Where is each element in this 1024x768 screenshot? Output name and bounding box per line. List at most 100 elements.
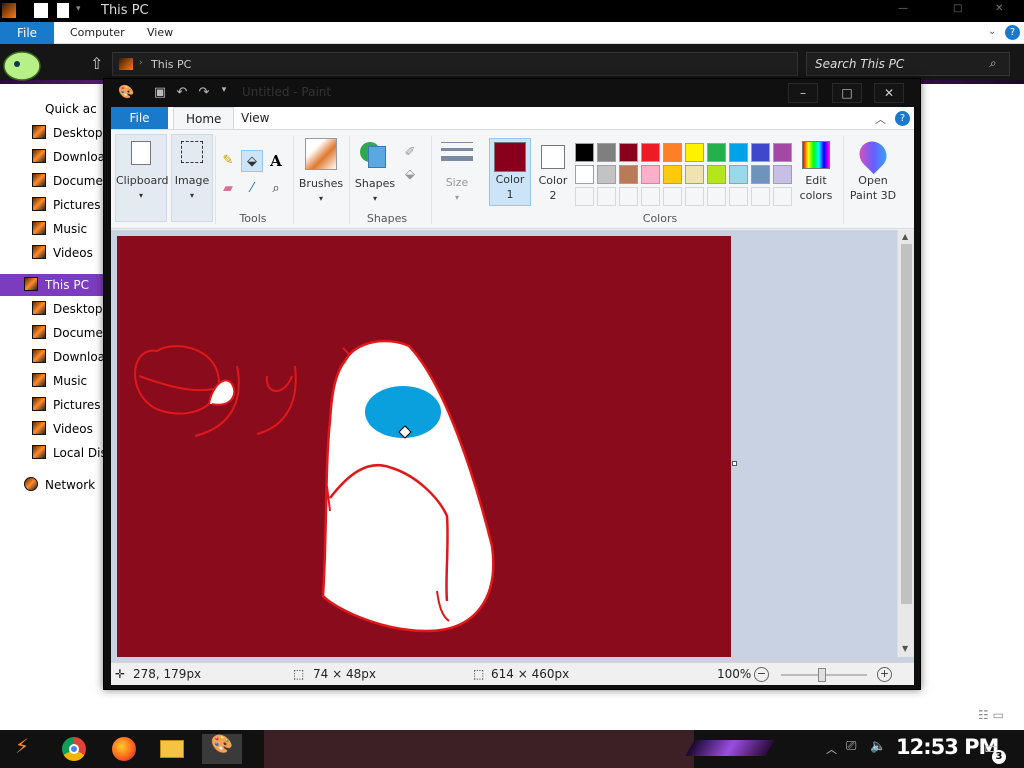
scroll-thumb[interactable] [901, 244, 912, 604]
palette-swatch[interactable] [641, 143, 660, 162]
palette-swatch[interactable] [663, 143, 682, 162]
new-folder-icon[interactable] [57, 3, 69, 18]
color2-button[interactable]: Color 2 [533, 138, 573, 206]
palette-swatch[interactable] [773, 165, 792, 184]
explorer-tab-view[interactable]: View [147, 22, 173, 44]
minimize-button[interactable]: – [788, 83, 818, 103]
palette-custom-slot[interactable] [751, 187, 770, 206]
search-input[interactable]: Search This PC ⌕ [806, 52, 1010, 76]
save-icon[interactable]: ▣ [152, 85, 168, 101]
nav-quick-videos[interactable]: Videos [0, 242, 106, 264]
palette-swatch[interactable] [685, 143, 704, 162]
text-icon[interactable]: A [265, 150, 287, 172]
ribbon-collapse-icon[interactable]: ︿ [875, 111, 886, 127]
nav-pc-videos[interactable]: Videos [0, 418, 106, 440]
undo-icon[interactable]: ↶ [174, 85, 190, 101]
palette-custom-slot[interactable] [619, 187, 638, 206]
palette-swatch[interactable] [619, 165, 638, 184]
start-button[interactable]: ⚡ [6, 734, 38, 764]
palette-custom-slot[interactable] [729, 187, 748, 206]
palette-swatch[interactable] [641, 165, 660, 184]
nav-quick-downloads[interactable]: Downloads [0, 146, 106, 168]
outline-icon[interactable]: ✐ [399, 142, 421, 164]
palette-swatch[interactable] [597, 165, 616, 184]
explorer-maximize-icon[interactable]: □ [953, 3, 962, 14]
chrome-icon[interactable] [58, 734, 90, 764]
nav-quick-music[interactable]: Music [0, 218, 106, 240]
palette-swatch[interactable] [619, 143, 638, 162]
scroll-up-icon[interactable]: ▲ [902, 232, 908, 241]
image-button[interactable]: Image ▾ [171, 134, 213, 222]
nav-quick-documents[interactable]: Documents [0, 170, 106, 192]
eraser-icon[interactable]: ▰ [217, 178, 239, 200]
zoom-slider-thumb[interactable] [818, 668, 826, 682]
canvas-resize-handle[interactable] [732, 461, 737, 466]
shapes-button[interactable]: Shapes ▾ [351, 134, 399, 208]
firefox-icon[interactable] [108, 734, 140, 764]
palette-swatch[interactable] [685, 165, 704, 184]
explorer-close-icon[interactable]: ✕ [995, 3, 1003, 14]
nav-pc-music[interactable]: Music [0, 370, 106, 392]
palette-swatch[interactable] [575, 143, 594, 162]
nav-quick-access[interactable]: Quick access [0, 98, 106, 120]
explorer-tab-computer[interactable]: Computer [70, 22, 125, 44]
palette-swatch[interactable] [773, 143, 792, 162]
explorer-minimize-icon[interactable]: — [898, 3, 908, 14]
paint-tab-home[interactable]: Home [173, 107, 235, 129]
palette-custom-slot[interactable] [597, 187, 616, 206]
palette-swatch[interactable] [597, 143, 616, 162]
nav-pc-downloads[interactable]: Downloads [0, 346, 106, 368]
magnifier-icon[interactable]: ⌕ [265, 178, 287, 200]
palette-swatch[interactable] [751, 143, 770, 162]
palette-swatch[interactable] [729, 165, 748, 184]
zoom-out-button[interactable]: − [754, 667, 769, 682]
nav-pc-desktop[interactable]: Desktop [0, 298, 106, 320]
palette-swatch[interactable] [575, 165, 594, 184]
maximize-button[interactable]: □ [832, 83, 862, 103]
up-arrow-icon[interactable]: ⇧ [90, 54, 106, 73]
explorer-tab-file[interactable]: File [0, 22, 54, 44]
nav-this-pc[interactable]: This PC [0, 274, 106, 296]
palette-swatch[interactable] [663, 165, 682, 184]
nav-network[interactable]: Network [0, 474, 106, 496]
open-paint3d-button[interactable]: Open Paint 3D [845, 135, 901, 206]
help-icon[interactable]: ? [895, 111, 910, 126]
nav-pc-local-disk[interactable]: Local Disk [0, 442, 106, 464]
redo-icon[interactable]: ↷ [196, 85, 212, 101]
palette-swatch[interactable] [751, 165, 770, 184]
vertical-scrollbar[interactable]: ▲ ▼ [897, 230, 914, 657]
qat-dropdown-icon[interactable]: ▾ [216, 85, 232, 101]
fill-style-icon[interactable]: ⬙ [399, 164, 421, 186]
nav-pc-documents[interactable]: Documents [0, 322, 106, 344]
palette-custom-slot[interactable] [773, 187, 792, 206]
address-bar[interactable]: › This PC [112, 52, 798, 76]
help-icon[interactable]: ? [1005, 25, 1020, 40]
palette-swatch[interactable] [729, 143, 748, 162]
paint-tab-file[interactable]: File [111, 107, 168, 129]
ribbon-expand-icon[interactable]: ⌄ [988, 26, 996, 37]
palette-custom-slot[interactable] [663, 187, 682, 206]
brushes-button[interactable]: Brushes ▾ [295, 134, 347, 222]
qat-dropdown-icon[interactable]: ▾ [76, 4, 81, 14]
file-explorer-icon[interactable] [156, 734, 188, 764]
palette-custom-slot[interactable] [707, 187, 726, 206]
palette-swatch[interactable] [707, 165, 726, 184]
color-picker-icon[interactable]: ⁄ [241, 178, 263, 200]
nav-quick-pictures[interactable]: Pictures [0, 194, 106, 216]
pencil-icon[interactable]: ✎ [217, 150, 239, 172]
nav-pc-pictures[interactable]: Pictures [0, 394, 106, 416]
network-tray-icon[interactable]: ⎚ [846, 739, 856, 754]
palette-custom-slot[interactable] [575, 187, 594, 206]
edit-colors-button[interactable]: Edit colors [793, 138, 839, 206]
palette-custom-slot[interactable] [685, 187, 704, 206]
palette-custom-slot[interactable] [641, 187, 660, 206]
view-toggle-icons[interactable]: ☷ ▭ [978, 708, 1018, 722]
paint-tab-view[interactable]: View [229, 107, 281, 129]
size-button[interactable]: Size ▾ [435, 134, 479, 208]
nav-quick-desktop[interactable]: Desktop [0, 122, 106, 144]
color1-button[interactable]: Color 1 [489, 138, 531, 206]
tray-chevron-icon[interactable]: ︿ [826, 741, 837, 757]
clipboard-button[interactable]: Clipboard ▾ [115, 134, 169, 222]
scroll-down-icon[interactable]: ▼ [902, 644, 908, 653]
drawing-canvas[interactable] [117, 236, 731, 657]
